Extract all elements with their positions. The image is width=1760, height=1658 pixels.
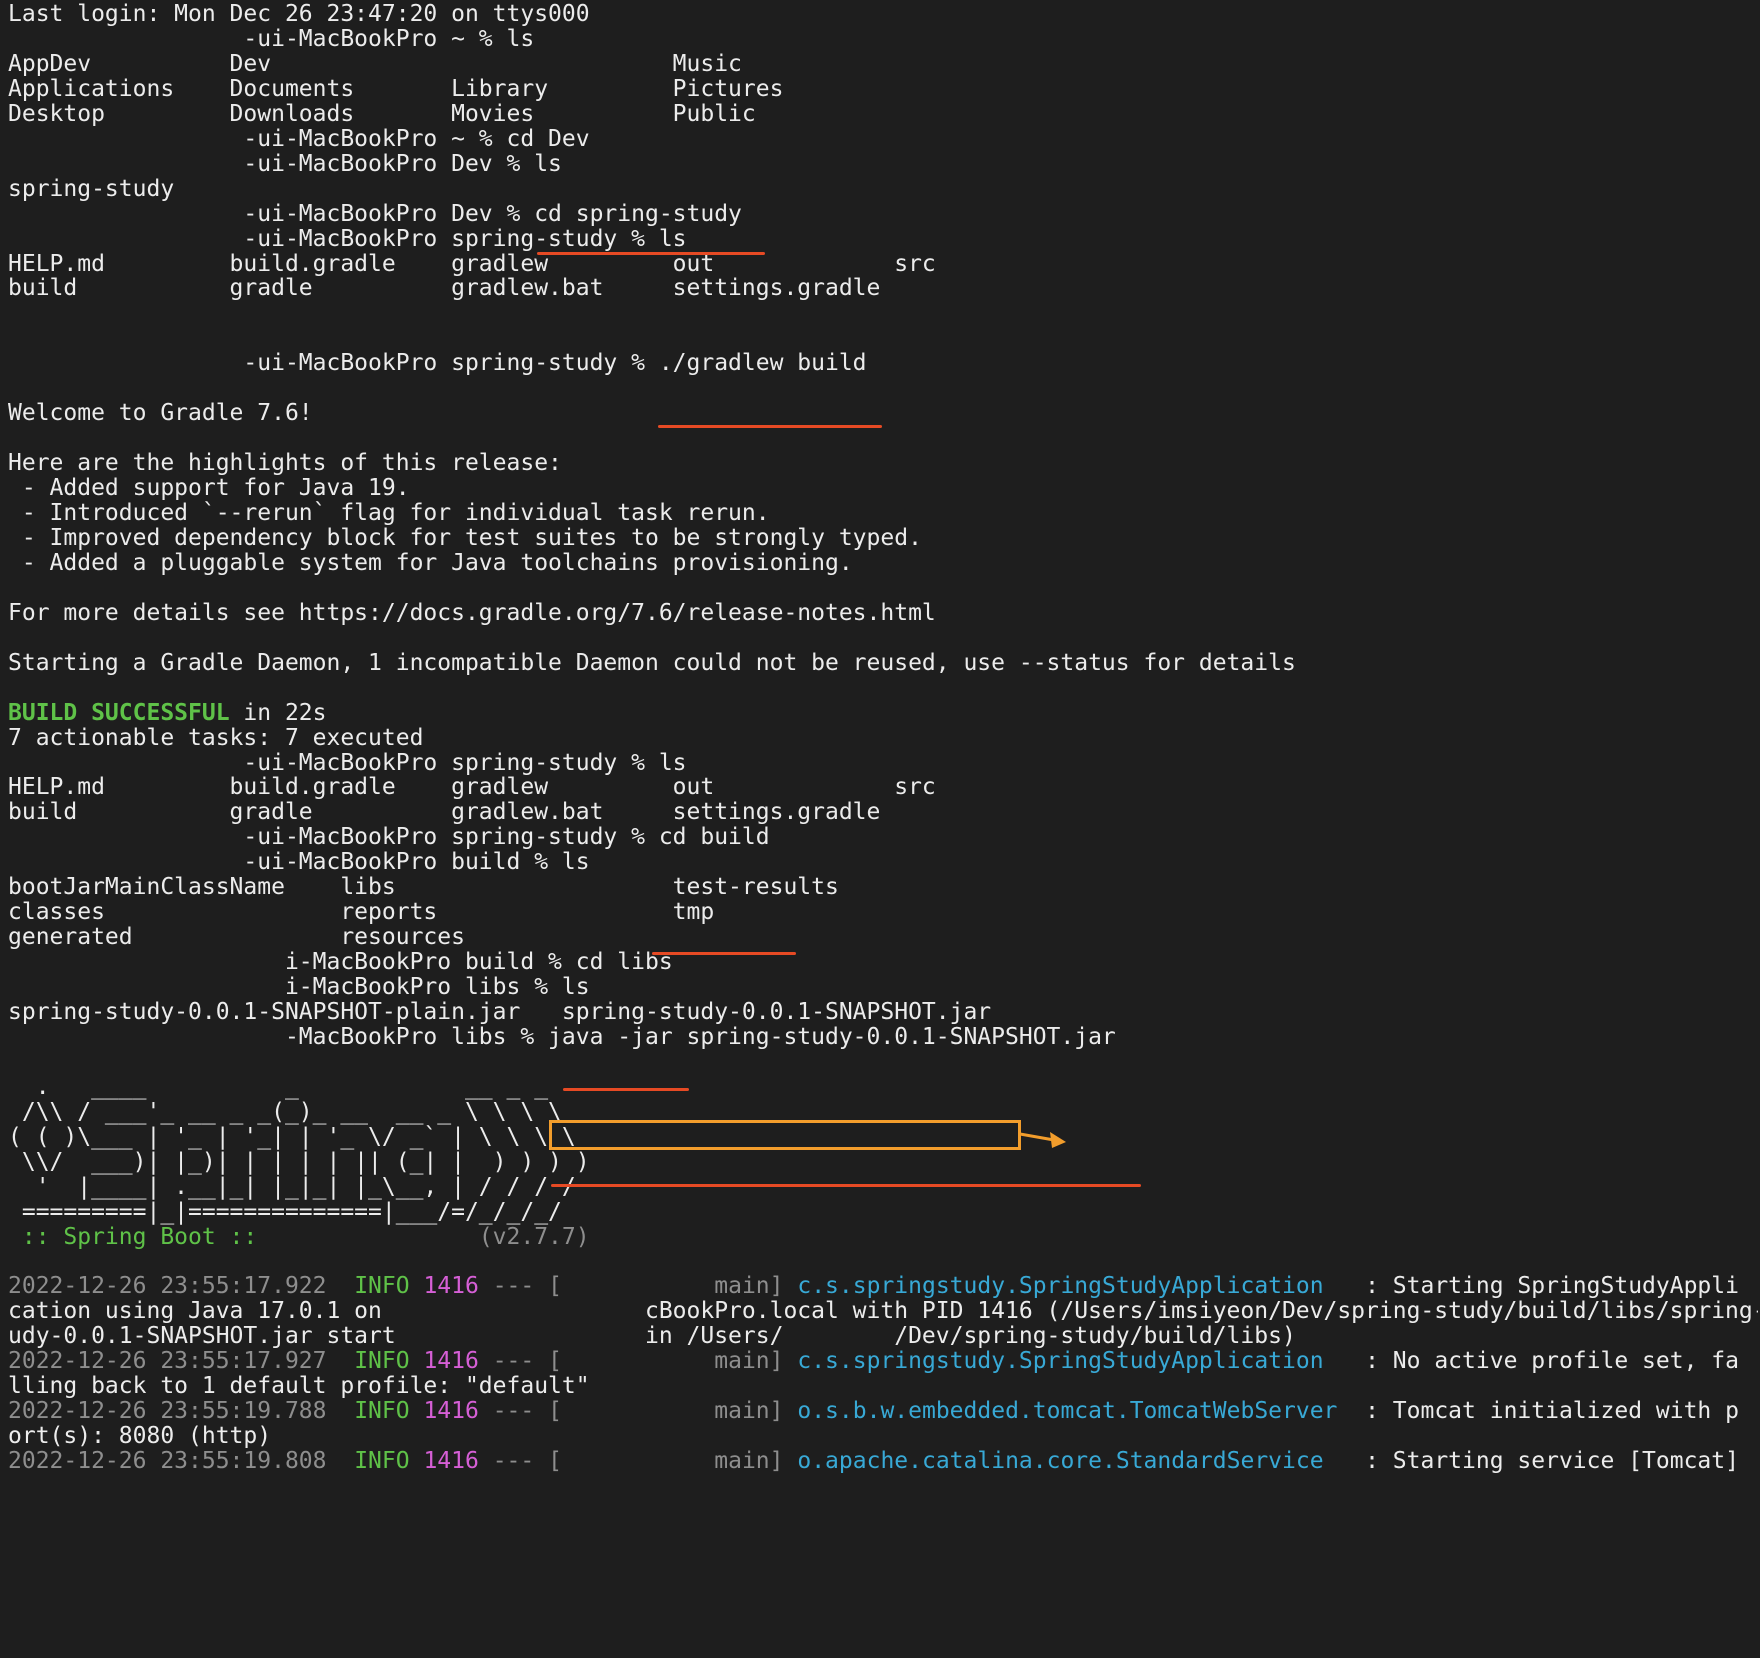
annotation-underline-java-jar (551, 1184, 1141, 1187)
log-pid: 1416 (423, 1273, 479, 1300)
log-level: INFO (354, 1348, 410, 1375)
terminal-line: build gradle gradlew.bat settings.gradle (8, 275, 881, 302)
terminal-line: lling back to 1 default profile: "defaul… (8, 1373, 590, 1400)
terminal-line: \\/ ___)| |_)| | | | | || (_| | ) ) ) ) (8, 1148, 590, 1175)
terminal-line: -ui-MacBookPro Dev % cd spring-study (8, 200, 742, 227)
log-timestamp: 2022-12-26 23:55:17.927 (8, 1348, 327, 1375)
terminal-line: spring-study (8, 175, 175, 202)
log-logger: c.s.springstudy.SpringStudyApplication (797, 1348, 1324, 1375)
terminal-line: bootJarMainClassName libs test-results (8, 874, 839, 901)
spring-boot-label: :: Spring Boot :: (8, 1223, 272, 1250)
terminal-window[interactable]: Last login: Mon Dec 26 23:47:20 on ttys0… (0, 0, 1760, 1658)
log-thread: main] (561, 1398, 784, 1425)
terminal-line: ort(s): 8080 (http) (8, 1423, 272, 1450)
log-thread: main] (561, 1273, 784, 1300)
terminal-line: Here are the highlights of this release: (8, 450, 562, 477)
terminal-line: -ui-MacBookPro spring-study % ls (8, 749, 687, 776)
terminal-line: - Added support for Java 19. (8, 475, 410, 502)
terminal-line: build gradle gradlew.bat settings.gradle (8, 799, 881, 826)
terminal-line: Applications Documents Library Pictures (8, 75, 784, 102)
log-logger: o.s.b.w.embedded.tomcat.TomcatWebServer (797, 1398, 1338, 1425)
log-level: INFO (354, 1398, 410, 1425)
terminal-line: AppDev Dev Music (8, 50, 742, 77)
terminal-line: Starting a Gradle Daemon, 1 incompatible… (8, 649, 1296, 676)
log-timestamp: 2022-12-26 23:55:19.788 (8, 1398, 327, 1425)
annotation-underline-gradlew-build (658, 425, 882, 428)
terminal-line: Welcome to Gradle 7.6! (8, 400, 313, 427)
terminal-line: i-MacBookPro build % cd libs (8, 949, 673, 976)
terminal-line: generated resources (8, 924, 465, 951)
build-status: BUILD SUCCESSFUL (8, 699, 230, 726)
terminal-line: HELP.md build.gradle gradlew out src (8, 250, 936, 277)
spring-boot-version: (v2.7.7) (271, 1223, 590, 1250)
log-logger: c.s.springstudy.SpringStudyApplication (797, 1273, 1324, 1300)
terminal-line: classes reports tmp (8, 899, 715, 926)
annotation-underline-cd-libs (563, 1088, 689, 1091)
build-duration: in 22s (229, 699, 327, 726)
annotation-underline-cd-build (652, 952, 796, 955)
log-pid: 1416 (423, 1348, 479, 1375)
terminal-line: - Introduced `--rerun` flag for individu… (8, 500, 770, 526)
terminal-line: -ui-MacBookPro Dev % ls (8, 150, 562, 177)
log-message: : No active profile set, fa (1323, 1348, 1739, 1375)
log-entry: 2022-12-26 23:55:19.808 INFO 1416 --- [ … (8, 1447, 1758, 1475)
log-timestamp: 2022-12-26 23:55:17.922 (8, 1273, 327, 1300)
terminal-line: -ui-MacBookPro spring-study % ./gradlew … (8, 350, 867, 377)
terminal-line: HELP.md build.gradle gradlew out src (8, 774, 936, 801)
spring-boot-banner-label: :: Spring Boot :: (v2.7.7) (8, 1223, 1758, 1251)
terminal-line: =========|_|==============|___/=/_/_/_/ (8, 1198, 562, 1225)
build-result-line: BUILD SUCCESSFUL in 22s (8, 699, 1758, 727)
terminal-line: -ui-MacBookPro ~ % ls (8, 25, 535, 52)
terminal-line: Desktop Downloads Movies Public (8, 100, 756, 127)
terminal-line: . ____ _ __ _ _ (8, 1073, 549, 1100)
log-thread: main] (561, 1448, 784, 1475)
log-timestamp: 2022-12-26 23:55:19.808 (8, 1448, 327, 1475)
log-level: INFO (354, 1273, 410, 1300)
log-separator: --- [ (478, 1448, 562, 1475)
terminal-line: - Added a pluggable system for Java tool… (8, 549, 853, 576)
terminal-line: cation using Java 17.0.1 on cBookPro.loc… (8, 1298, 1758, 1325)
terminal-line: -ui-MacBookPro build % ls (8, 849, 590, 876)
terminal-line: 7 actionable tasks: 7 executed (8, 724, 424, 751)
terminal-line: Last login: Mon Dec 26 23:47:20 on ttys0… (8, 1, 590, 27)
log-pid: 1416 (423, 1448, 479, 1475)
annotation-highlight-box (549, 1120, 1021, 1150)
terminal-line: -ui-MacBookPro spring-study % cd build (8, 824, 770, 851)
terminal-line: - Improved dependency block for test sui… (8, 524, 922, 551)
terminal-line: For more details see https://docs.gradle… (8, 599, 936, 626)
log-separator: --- [ (478, 1398, 562, 1425)
log-separator: --- [ (478, 1273, 562, 1300)
annotation-arrow-icon (1019, 1132, 1066, 1148)
log-message: : Starting service [Tomcat] (1323, 1448, 1739, 1475)
terminal-line: -ui-MacBookPro spring-study % ls (8, 225, 687, 252)
log-logger: o.apache.catalina.core.StandardService (797, 1448, 1324, 1475)
log-entry: 2022-12-26 23:55:17.927 INFO 1416 --- [ … (8, 1347, 1758, 1375)
log-entry: 2022-12-26 23:55:19.788 INFO 1416 --- [ … (8, 1397, 1758, 1425)
log-separator: --- [ (478, 1348, 562, 1375)
annotation-underline-cd-spring-study (537, 252, 765, 255)
terminal-line: -ui-MacBookPro ~ % cd Dev (8, 125, 590, 152)
terminal-line: -MacBookPro libs % java -jar spring-stud… (8, 1023, 1116, 1050)
terminal-line: i-MacBookPro libs % ls (8, 974, 590, 1001)
log-message: : Tomcat initialized with p (1337, 1398, 1739, 1425)
terminal-line: spring-study-0.0.1-SNAPSHOT-plain.jar sp… (8, 999, 992, 1025)
terminal-line: udy-0.0.1-SNAPSHOT.jar start in /Users/ … (8, 1323, 1296, 1350)
log-pid: 1416 (423, 1398, 479, 1425)
log-entry: 2022-12-26 23:55:17.922 INFO 1416 --- [ … (8, 1272, 1758, 1300)
log-message: : Starting SpringStudyAppli (1323, 1273, 1739, 1300)
log-thread: main] (561, 1348, 784, 1375)
log-level: INFO (354, 1448, 410, 1475)
